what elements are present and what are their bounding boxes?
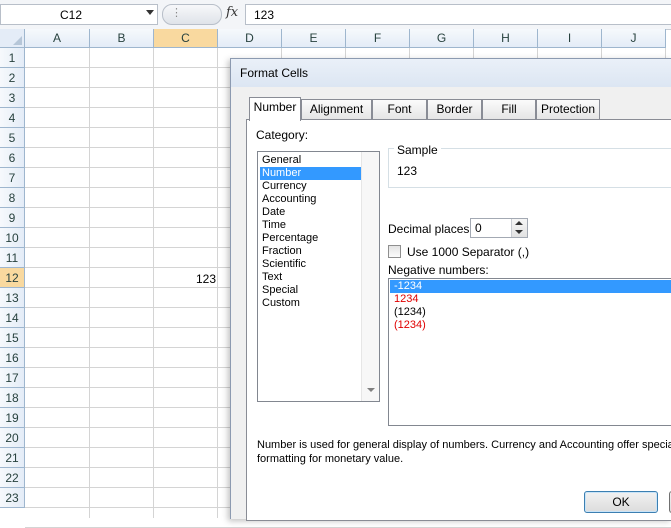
decimal-places-label: Decimal places:	[388, 222, 473, 236]
dialog-body: Number Alignment Font Border Fill Protec…	[236, 87, 671, 521]
negative-numbers-label: Negative numbers:	[388, 263, 489, 277]
category-item-time[interactable]: Time	[260, 219, 363, 232]
negative-format-option[interactable]: -1234	[390, 280, 671, 293]
tab-border[interactable]: Border	[427, 99, 482, 119]
name-box[interactable]: C12	[0, 4, 158, 25]
row-header-12[interactable]: 12	[0, 268, 25, 288]
dialog-titlebar[interactable]: Format Cells	[231, 59, 671, 87]
tab-alignment[interactable]: Alignment	[301, 99, 372, 119]
row-header-19[interactable]: 19	[0, 408, 25, 428]
select-all-icon	[13, 36, 22, 45]
row-header-4[interactable]: 4	[0, 108, 25, 128]
spin-up-icon[interactable]	[515, 221, 523, 225]
category-list[interactable]: General Number Currency Accounting Date Time P…	[257, 151, 380, 402]
row-header-10[interactable]: 10	[0, 228, 25, 248]
category-item-accounting[interactable]: Accounting	[260, 193, 363, 206]
decimal-places-spinner[interactable]: 0	[470, 218, 528, 238]
name-box-value: C12	[59, 8, 82, 22]
spinner-buttons[interactable]	[511, 219, 527, 237]
row-header-17[interactable]: 17	[0, 368, 25, 388]
row-header-11[interactable]: 11	[0, 248, 25, 268]
category-item-number[interactable]: Number	[260, 167, 363, 180]
category-item-text[interactable]: Text	[260, 271, 363, 284]
category-scrollbar[interactable]	[361, 152, 379, 401]
description-line-2: formatting for monetary value.	[257, 453, 404, 465]
tab-font[interactable]: Font	[372, 99, 427, 119]
row-header-21[interactable]: 21	[0, 448, 25, 468]
category-item-general[interactable]: General	[260, 154, 363, 167]
category-item-percentage[interactable]: Percentage	[260, 232, 363, 245]
category-label: Category:	[256, 128, 309, 142]
row-header-13[interactable]: 13	[0, 288, 25, 308]
sample-value: 123	[397, 164, 418, 178]
formula-tools: ⋮ fx	[162, 4, 244, 25]
format-cells-dialog: Format Cells Number Alignment Font Borde…	[230, 58, 671, 521]
negative-format-option[interactable]: 1234	[390, 293, 671, 306]
category-item-custom[interactable]: Custom	[260, 297, 363, 310]
row-header-23[interactable]: 23	[0, 488, 25, 508]
insert-function-icon[interactable]: fx	[226, 5, 238, 20]
ok-button[interactable]: OK	[584, 491, 658, 513]
number-tab-panel: Category: General Number Currency Accountin…	[246, 119, 671, 521]
column-header-i[interactable]: I	[538, 29, 602, 48]
use-separator-label[interactable]: Use 1000 Separator (,)	[407, 245, 529, 259]
category-item-special[interactable]: Special	[260, 284, 363, 297]
category-item-currency[interactable]: Currency	[260, 180, 363, 193]
column-header-d[interactable]: D	[218, 29, 282, 48]
tab-number[interactable]: Number	[249, 97, 301, 121]
spin-down-icon[interactable]	[515, 230, 523, 234]
description-line-1: Number is used for general display of nu…	[257, 439, 671, 451]
category-item-date[interactable]: Date	[260, 206, 363, 219]
tab-fill[interactable]: Fill	[482, 99, 536, 119]
negative-numbers-list[interactable]: -1234 1234 (1234) (1234)	[388, 278, 671, 426]
row-header-16[interactable]: 16	[0, 348, 25, 368]
negative-format-option[interactable]: (1234)	[390, 306, 671, 319]
column-header-e[interactable]: E	[282, 29, 346, 48]
row-header-5[interactable]: 5	[0, 128, 25, 148]
formula-controls: ⋮	[162, 4, 222, 25]
column-header-c[interactable]: C	[154, 29, 218, 48]
select-all-button[interactable]	[0, 29, 25, 48]
tab-protection[interactable]: Protection	[536, 99, 600, 119]
column-header-j[interactable]: J	[602, 29, 666, 48]
category-item-fraction[interactable]: Fraction	[260, 245, 363, 258]
row-header-20[interactable]: 20	[0, 428, 25, 448]
row-header-22[interactable]: 22	[0, 468, 25, 488]
column-header-a[interactable]: A	[25, 29, 90, 48]
decimal-places-value: 0	[475, 221, 482, 235]
category-item-scientific[interactable]: Scientific	[260, 258, 363, 271]
category-description: Number is used for general display of nu…	[257, 438, 671, 466]
sample-label: Sample	[394, 143, 441, 157]
formula-value: 123	[254, 8, 275, 22]
chevron-down-icon[interactable]	[146, 10, 154, 15]
row-header-6[interactable]: 6	[0, 148, 25, 168]
use-separator-checkbox[interactable]	[388, 245, 401, 258]
row-header-15[interactable]: 15	[0, 328, 25, 348]
cell-c12[interactable]: 123	[154, 268, 216, 288]
column-header-f[interactable]: F	[346, 29, 410, 48]
row-header-8[interactable]: 8	[0, 188, 25, 208]
formula-bar: C12 ⋮ fx 123	[0, 0, 671, 30]
column-header-g[interactable]: G	[410, 29, 474, 48]
row-header-18[interactable]: 18	[0, 388, 25, 408]
column-header-b[interactable]: B	[90, 29, 154, 48]
dialog-title: Format Cells	[240, 66, 309, 80]
row-header-14[interactable]: 14	[0, 308, 25, 328]
formula-input[interactable]: 123	[245, 4, 671, 25]
column-header-h[interactable]: H	[474, 29, 538, 48]
row-header-9[interactable]: 9	[0, 208, 25, 228]
resize-handle-icon[interactable]: ⋮	[171, 6, 182, 19]
row-header-3[interactable]: 3	[0, 88, 25, 108]
row-header-1[interactable]: 1	[0, 48, 25, 68]
negative-format-option[interactable]: (1234)	[390, 319, 671, 332]
row-header-7[interactable]: 7	[0, 168, 25, 188]
scroll-down-icon[interactable]	[367, 388, 375, 392]
row-header-2[interactable]: 2	[0, 68, 25, 88]
